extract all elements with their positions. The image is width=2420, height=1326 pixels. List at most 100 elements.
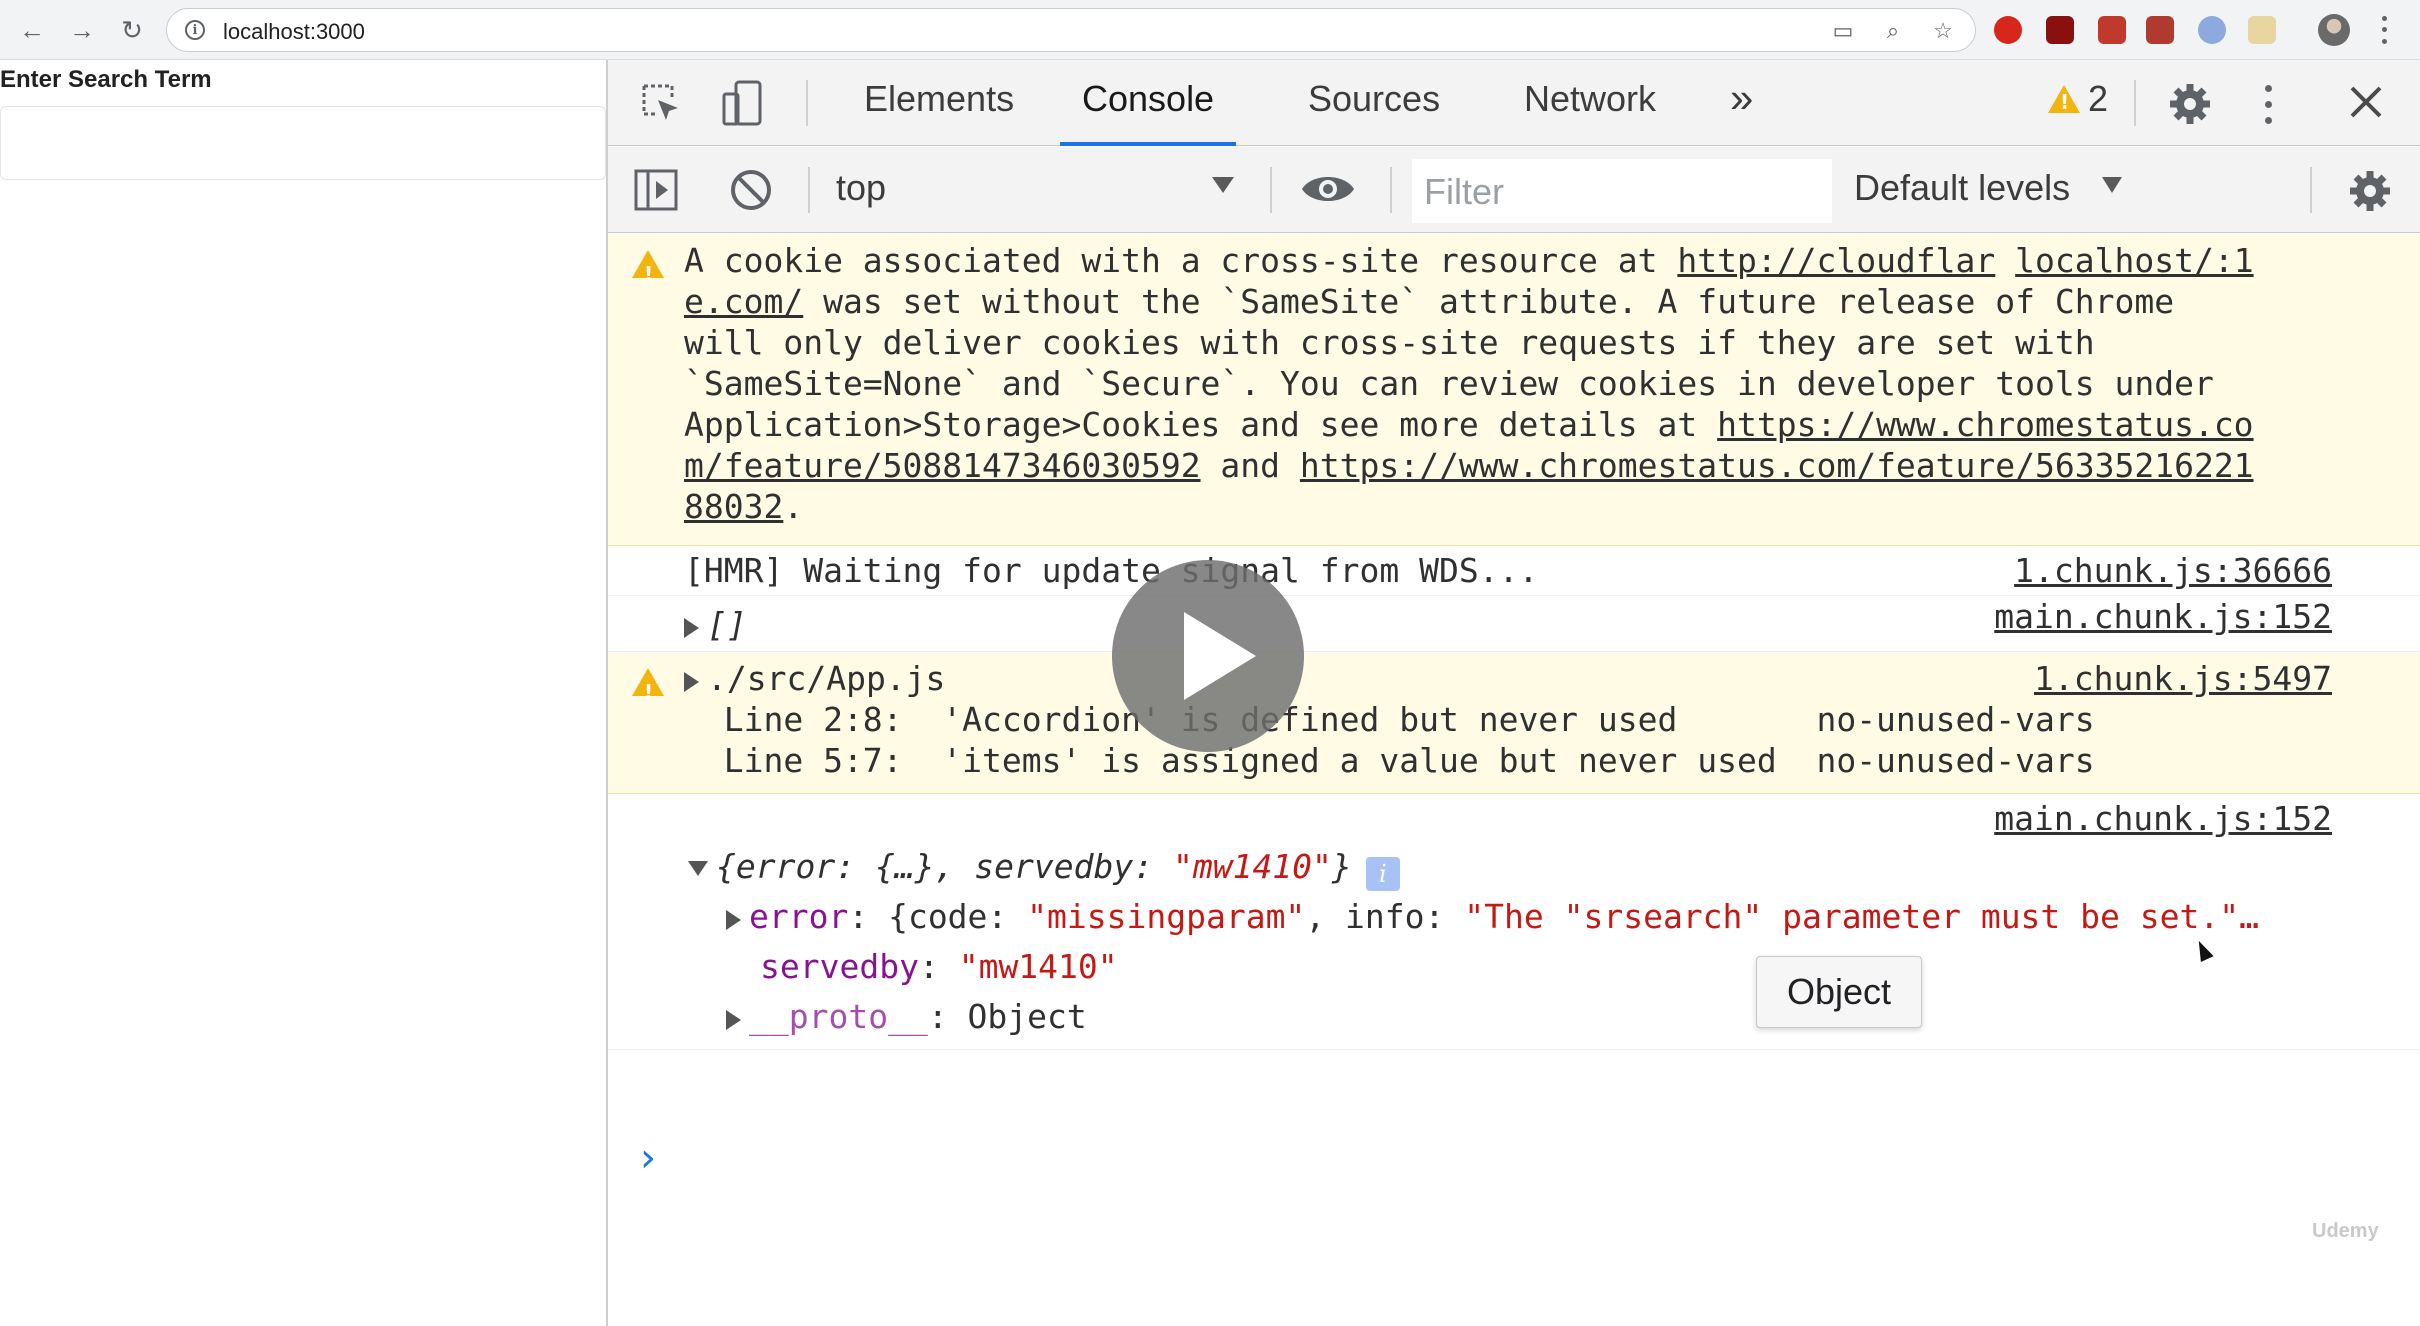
toolbar-divider: [808, 167, 810, 213]
object-preview-text: }: [1331, 847, 1352, 886]
more-tabs-button[interactable]: »: [1730, 74, 1753, 142]
extension-blue-icon[interactable]: [2198, 16, 2226, 44]
warning-text-line: will only deliver cookies with cross-sit…: [684, 323, 2095, 362]
chevron-down-icon[interactable]: [1212, 177, 1234, 193]
warning-icon: [2048, 85, 2080, 114]
chromestatus-link[interactable]: m/feature/5088147346030592: [684, 446, 1201, 485]
devtools-panel: Elements Console Sources Network » 2: [606, 60, 2420, 1326]
warning-text-line: Line 5:7: 'items' is assigned a value bu…: [684, 741, 2095, 780]
console-input[interactable]: [688, 1130, 2388, 1190]
cloudflare-link[interactable]: e.com/: [684, 282, 803, 321]
source-link[interactable]: main.chunk.js:152: [1994, 596, 2332, 637]
clear-console-icon[interactable]: [728, 167, 774, 213]
property-text: : {code:: [848, 897, 1028, 936]
extension-ublock-icon[interactable]: [2046, 16, 2074, 44]
info-icon[interactable]: i: [185, 20, 205, 40]
chevron-down-icon[interactable]: [2102, 177, 2122, 193]
tab-sources[interactable]: Sources: [1308, 78, 1440, 146]
source-link[interactable]: 1.chunk.js:36666: [2014, 550, 2332, 591]
device-toolbar-icon[interactable]: [720, 78, 768, 128]
expand-triangle-icon[interactable]: [726, 910, 741, 930]
source-link[interactable]: main.chunk.js:152: [1994, 798, 2332, 839]
property-value: "mw1410": [958, 947, 1118, 986]
zoom-icon[interactable]: ⌕: [1879, 17, 1907, 45]
log-levels-dropdown[interactable]: Default levels: [1854, 167, 2070, 209]
source-link[interactable]: 1.chunk.js:5497: [2034, 658, 2332, 699]
close-icon[interactable]: [2344, 80, 2388, 124]
info-badge-icon[interactable]: i: [1365, 857, 1400, 891]
collapse-triangle-icon[interactable]: [688, 861, 708, 876]
object-property-error[interactable]: error: {code: "missingparam", info: "The…: [726, 896, 2259, 937]
chromestatus-link[interactable]: https://www.chromestatus.com/feature/563…: [1300, 446, 2254, 485]
warning-text-line: was set without the `SameSite` attribute…: [803, 282, 2175, 321]
search-input[interactable]: [0, 106, 606, 180]
watermark-logo: Udemy: [2312, 1220, 2379, 1242]
extension-opera-icon[interactable]: [1994, 16, 2022, 44]
warning-text: A cookie associated with a cross-site re…: [684, 240, 2254, 527]
extension-css-icon[interactable]: [2248, 16, 2276, 44]
toolbar-divider: [1390, 167, 1392, 213]
toolbar-divider: [806, 80, 808, 126]
toolbar-divider: [1270, 167, 1272, 213]
inspect-element-icon[interactable]: [638, 80, 684, 126]
app-page: Enter Search Term: [0, 60, 606, 1326]
reload-icon[interactable]: ↻: [114, 12, 150, 48]
object-property-servedby: servedby: "mw1410": [760, 947, 1118, 986]
console-warning-message[interactable]: A cookie associated with a cross-site re…: [608, 234, 2420, 546]
address-bar[interactable]: i localhost:3000 ▭ ⌕ ☆: [166, 8, 1976, 52]
console-prompt-caret[interactable]: ›: [640, 1138, 656, 1179]
live-expression-eye-icon[interactable]: [1300, 169, 1356, 209]
extension-red-icon[interactable]: [2098, 16, 2126, 44]
warning-count-badge[interactable]: 2: [2048, 78, 2108, 120]
console-log-message[interactable]: [HMR] Waiting for update signal from WDS…: [608, 546, 2420, 596]
devtools-tabbar: Elements Console Sources Network » 2: [608, 60, 2420, 146]
property-key: servedby: [760, 947, 919, 986]
tab-elements[interactable]: Elements: [864, 78, 1014, 146]
log-text: []: [684, 604, 747, 645]
console-log-message[interactable]: [] main.chunk.js:152: [608, 596, 2420, 652]
console-settings-gear-icon[interactable]: [2346, 167, 2394, 215]
url-text: localhost:3000: [223, 19, 365, 44]
back-arrow-icon[interactable]: ←: [14, 12, 50, 48]
tab-console[interactable]: Console: [1060, 78, 1237, 146]
console-log-message[interactable]: main.chunk.js:152 {error: {…}, servedby:…: [608, 794, 2420, 1050]
warning-icon: [632, 668, 664, 713]
chromestatus-link[interactable]: https://www.chromestatus.co: [1717, 405, 2253, 444]
console-output: A cookie associated with a cross-site re…: [608, 234, 2420, 1326]
play-button-icon[interactable]: [1112, 560, 1304, 752]
filter-input[interactable]: Filter: [1412, 159, 1832, 223]
cast-icon[interactable]: ▭: [1829, 17, 1857, 45]
console-warning-message[interactable]: ./src/App.js Line 2:8: 'Accordion' is de…: [608, 652, 2420, 794]
sidebar-toggle-icon[interactable]: [632, 167, 680, 213]
warning-file: ./src/App.js: [707, 659, 946, 698]
warning-count: 2: [2088, 78, 2109, 119]
warning-text-line: Application>Storage>Cookies and see more…: [684, 405, 1718, 444]
expand-triangle-icon[interactable]: [726, 1010, 741, 1030]
cloudflare-link[interactable]: http://cloudflar: [1677, 241, 1995, 280]
warning-text-line: `SameSite=None` and `Secure`. You can re…: [684, 364, 2214, 403]
search-label: Enter Search Term: [0, 66, 212, 93]
chrome-menu-icon[interactable]: [2374, 13, 2394, 47]
toolbar-divider: [2310, 167, 2312, 213]
tab-console-label: Console: [1082, 78, 1215, 119]
warning-icon: [632, 250, 664, 295]
warning-text: ./src/App.js Line 2:8: 'Accordion' is de…: [684, 658, 2095, 781]
expand-triangle-icon[interactable]: [684, 672, 699, 692]
settings-gear-icon[interactable]: [2166, 80, 2214, 128]
property-value: : Object: [927, 997, 1087, 1036]
object-preview[interactable]: {error: {…}, servedby: "mw1410"} i: [688, 846, 1400, 891]
bookmark-star-icon[interactable]: ☆: [1929, 17, 1957, 45]
tooltip: Object: [1756, 956, 1922, 1028]
source-link[interactable]: localhost/:1: [2015, 241, 2253, 280]
expand-triangle-icon[interactable]: [684, 618, 699, 638]
console-toolbar: top Filter Default levels: [608, 147, 2420, 233]
chromestatus-link[interactable]: 88032: [684, 487, 783, 526]
context-selector[interactable]: top: [836, 167, 886, 209]
forward-arrow-icon[interactable]: →: [64, 12, 100, 48]
more-options-icon[interactable]: [2258, 80, 2278, 128]
profile-avatar[interactable]: [2318, 14, 2350, 46]
object-property-proto[interactable]: __proto__: Object: [726, 996, 1087, 1037]
property-value: "The "srsearch" parameter must be set."…: [1464, 897, 2259, 936]
extension-picture-icon[interactable]: [2146, 16, 2174, 44]
tab-network[interactable]: Network: [1524, 78, 1656, 146]
